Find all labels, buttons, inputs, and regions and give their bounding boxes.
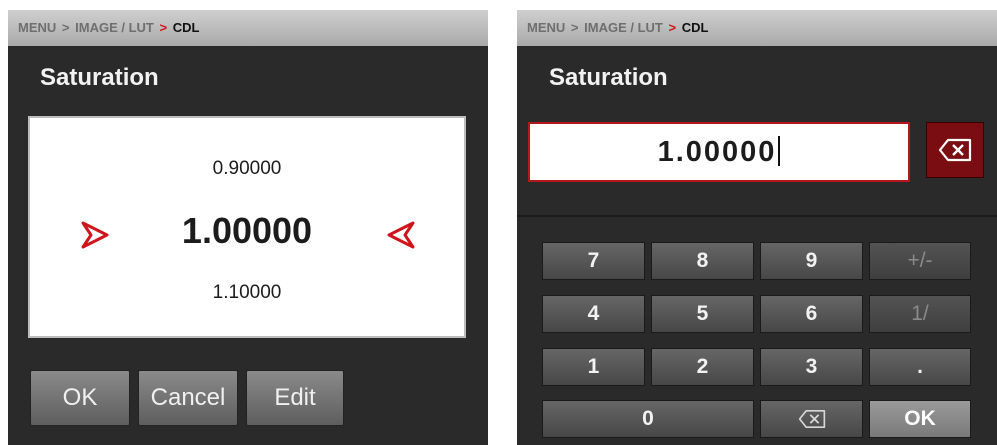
previous-value[interactable]: 0.90000	[30, 158, 464, 180]
cancel-button[interactable]: Cancel	[138, 370, 238, 426]
divider	[517, 215, 997, 217]
key-backspace[interactable]	[760, 400, 863, 438]
breadcrumb-current: CDL	[681, 20, 709, 35]
chevron-right-icon	[81, 221, 109, 249]
value-wheel[interactable]: 0.90000 1.00000 1.10000	[28, 116, 466, 338]
next-value[interactable]: 1.10000	[30, 282, 464, 304]
key-6[interactable]: 6	[760, 295, 863, 333]
breadcrumb-image-lut[interactable]: IMAGE / LUT	[584, 20, 663, 35]
value-entry-field[interactable]: 1.00000	[528, 122, 910, 182]
breadcrumb-menu[interactable]: MENU	[18, 20, 56, 35]
page-title: Saturation	[549, 64, 668, 91]
backspace-icon	[938, 138, 972, 162]
key-8[interactable]: 8	[651, 242, 754, 280]
edit-button[interactable]: Edit	[246, 370, 344, 426]
text-cursor	[778, 136, 781, 166]
ok-button[interactable]: OK	[30, 370, 130, 426]
clear-button[interactable]	[926, 122, 984, 178]
key-2[interactable]: 2	[651, 348, 754, 386]
key-4[interactable]: 4	[542, 295, 645, 333]
key-3[interactable]: 3	[760, 348, 863, 386]
breadcrumb-bar: MENU > IMAGE / LUT > CDL	[517, 10, 997, 46]
key-1[interactable]: 1	[542, 348, 645, 386]
breadcrumb-separator-icon: >	[159, 20, 168, 35]
key-9[interactable]: 9	[760, 242, 863, 280]
breadcrumb-bar: MENU > IMAGE / LUT > CDL	[8, 10, 488, 46]
key-0[interactable]: 0	[542, 400, 754, 438]
page-title: Saturation	[40, 64, 159, 91]
scroll-wheel-dialog: MENU > IMAGE / LUT > CDL Saturation 0.90…	[8, 10, 488, 445]
breadcrumb-image-lut[interactable]: IMAGE / LUT	[75, 20, 154, 35]
breadcrumb-separator-icon: >	[668, 20, 677, 35]
key-reciprocal[interactable]: 1/	[869, 295, 971, 333]
key-ok[interactable]: OK	[869, 400, 971, 438]
breadcrumb: MENU > IMAGE / LUT > CDL	[18, 20, 200, 35]
entry-value: 1.00000	[657, 136, 777, 168]
breadcrumb-menu[interactable]: MENU	[527, 20, 565, 35]
numeric-keypad-dialog: MENU > IMAGE / LUT > CDL Saturation 1.00…	[517, 10, 997, 445]
chevron-left-icon	[387, 221, 415, 249]
key-5[interactable]: 5	[651, 295, 754, 333]
key-7[interactable]: 7	[542, 242, 645, 280]
breadcrumb-current: CDL	[172, 20, 200, 35]
key-decimal[interactable]: .	[869, 348, 971, 386]
backspace-icon	[798, 409, 825, 429]
key-plus-minus[interactable]: +/-	[869, 242, 971, 280]
breadcrumb: MENU > IMAGE / LUT > CDL	[527, 20, 709, 35]
